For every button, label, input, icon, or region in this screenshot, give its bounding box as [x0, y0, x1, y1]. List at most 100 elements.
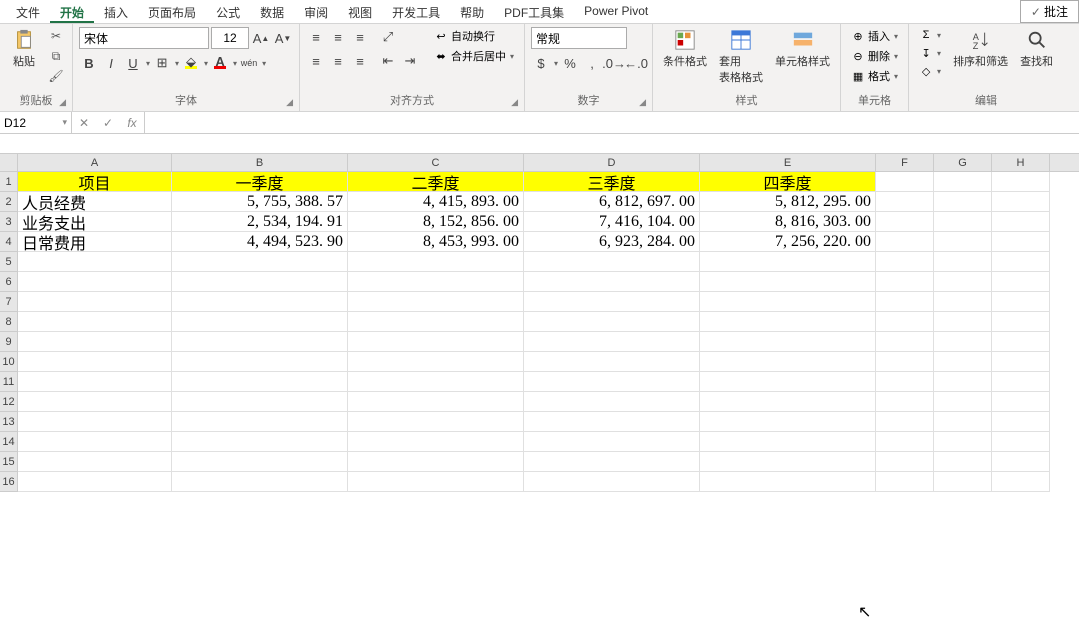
copy-button[interactable]: ⧉: [46, 47, 66, 65]
cell[interactable]: [934, 452, 992, 472]
cell[interactable]: [934, 412, 992, 432]
cell[interactable]: [876, 192, 934, 212]
tab-developer[interactable]: 开发工具: [382, 0, 450, 23]
select-all-corner[interactable]: [0, 154, 18, 171]
row-header[interactable]: 13: [0, 412, 18, 432]
cell[interactable]: [524, 312, 700, 332]
cell[interactable]: [992, 272, 1050, 292]
merge-center-button[interactable]: ⬌合并后居中▾: [430, 47, 518, 65]
align-center-button[interactable]: ≡: [328, 51, 348, 71]
row-header[interactable]: 6: [0, 272, 18, 292]
cell[interactable]: [348, 472, 524, 492]
cell[interactable]: [524, 292, 700, 312]
cell[interactable]: [934, 272, 992, 292]
cell[interactable]: 四季度: [700, 172, 876, 192]
cell[interactable]: [992, 372, 1050, 392]
sort-filter-button[interactable]: AZ 排序和筛选: [949, 27, 1012, 71]
col-header-a[interactable]: A: [18, 154, 172, 171]
cell[interactable]: [934, 192, 992, 212]
cells-area[interactable]: 项目一季度二季度三季度四季度人员经费5, 755, 388. 574, 415,…: [18, 172, 1079, 492]
cell[interactable]: [876, 472, 934, 492]
cell[interactable]: 6, 923, 284. 00: [524, 232, 700, 252]
accounting-button[interactable]: $: [531, 53, 551, 73]
cell[interactable]: 8, 152, 856. 00: [348, 212, 524, 232]
cell[interactable]: [172, 432, 348, 452]
cell[interactable]: [876, 252, 934, 272]
cell[interactable]: [876, 352, 934, 372]
col-header-f[interactable]: F: [876, 154, 934, 171]
clipboard-launcher-icon[interactable]: ◢: [59, 97, 66, 108]
conditional-format-button[interactable]: 条件格式: [659, 27, 711, 71]
cell[interactable]: [348, 272, 524, 292]
cell[interactable]: [18, 352, 172, 372]
insert-cells-button[interactable]: ⊕插入▾: [847, 27, 902, 45]
cell[interactable]: [934, 212, 992, 232]
cell[interactable]: [992, 412, 1050, 432]
fill-color-button[interactable]: ⬙: [181, 53, 201, 73]
cell[interactable]: [992, 332, 1050, 352]
cell[interactable]: 5, 812, 295. 00: [700, 192, 876, 212]
cancel-formula-button[interactable]: ✕: [72, 112, 96, 133]
fill-button[interactable]: ↧▾: [915, 45, 945, 61]
cell[interactable]: [934, 252, 992, 272]
cell[interactable]: [700, 392, 876, 412]
cell[interactable]: [876, 332, 934, 352]
cell[interactable]: [876, 452, 934, 472]
col-header-g[interactable]: G: [934, 154, 992, 171]
cell[interactable]: [18, 292, 172, 312]
comments-button[interactable]: 批注: [1020, 0, 1079, 23]
align-right-button[interactable]: ≡: [350, 51, 370, 71]
cell[interactable]: 4, 415, 893. 00: [348, 192, 524, 212]
cell[interactable]: [700, 412, 876, 432]
formula-bar-expand[interactable]: [0, 134, 1079, 154]
cell[interactable]: [348, 392, 524, 412]
cell[interactable]: [524, 392, 700, 412]
cell[interactable]: [18, 272, 172, 292]
cell[interactable]: [876, 272, 934, 292]
cell[interactable]: [992, 472, 1050, 492]
cell[interactable]: [700, 472, 876, 492]
name-box-dd-icon[interactable]: ▾: [62, 117, 67, 128]
cell[interactable]: 4, 494, 523. 90: [172, 232, 348, 252]
phonetic-dd-icon[interactable]: ▾: [262, 59, 266, 68]
number-format-select[interactable]: [531, 27, 627, 49]
dec-decimal-button[interactable]: ←.0: [626, 53, 646, 73]
bold-button[interactable]: B: [79, 53, 99, 73]
tab-formulas[interactable]: 公式: [206, 0, 250, 23]
cell[interactable]: [18, 412, 172, 432]
clear-button[interactable]: ◇▾: [915, 63, 945, 79]
cell[interactable]: [524, 472, 700, 492]
indent-dec-button[interactable]: ⇤: [378, 51, 398, 71]
cell[interactable]: [524, 452, 700, 472]
tab-review[interactable]: 审阅: [294, 0, 338, 23]
cell[interactable]: 5, 755, 388. 57: [172, 192, 348, 212]
fontcolor-dd-icon[interactable]: ▾: [233, 59, 237, 68]
tab-view[interactable]: 视图: [338, 0, 382, 23]
cell[interactable]: [348, 432, 524, 452]
inc-decimal-button[interactable]: .0→: [604, 53, 624, 73]
row-header[interactable]: 11: [0, 372, 18, 392]
format-painter-button[interactable]: 🖌: [46, 67, 66, 85]
cell[interactable]: [18, 432, 172, 452]
row-header[interactable]: 7: [0, 292, 18, 312]
cell[interactable]: [524, 332, 700, 352]
cell[interactable]: [934, 332, 992, 352]
cell[interactable]: [876, 392, 934, 412]
cell[interactable]: [992, 292, 1050, 312]
font-name-select[interactable]: [79, 27, 209, 49]
name-box[interactable]: D12▾: [0, 112, 72, 133]
cell[interactable]: [934, 352, 992, 372]
cell[interactable]: [934, 172, 992, 192]
row-header[interactable]: 4: [0, 232, 18, 252]
row-header[interactable]: 16: [0, 472, 18, 492]
number-launcher-icon[interactable]: ◢: [639, 97, 646, 108]
cell[interactable]: [934, 232, 992, 252]
cell[interactable]: [524, 372, 700, 392]
border-button[interactable]: ⊞: [152, 53, 172, 73]
cell[interactable]: [348, 412, 524, 432]
cell[interactable]: 日常费用: [18, 232, 172, 252]
cell[interactable]: [348, 332, 524, 352]
cell[interactable]: [876, 212, 934, 232]
increase-font-button[interactable]: A▲: [251, 28, 271, 48]
tab-page-layout[interactable]: 页面布局: [138, 0, 206, 23]
